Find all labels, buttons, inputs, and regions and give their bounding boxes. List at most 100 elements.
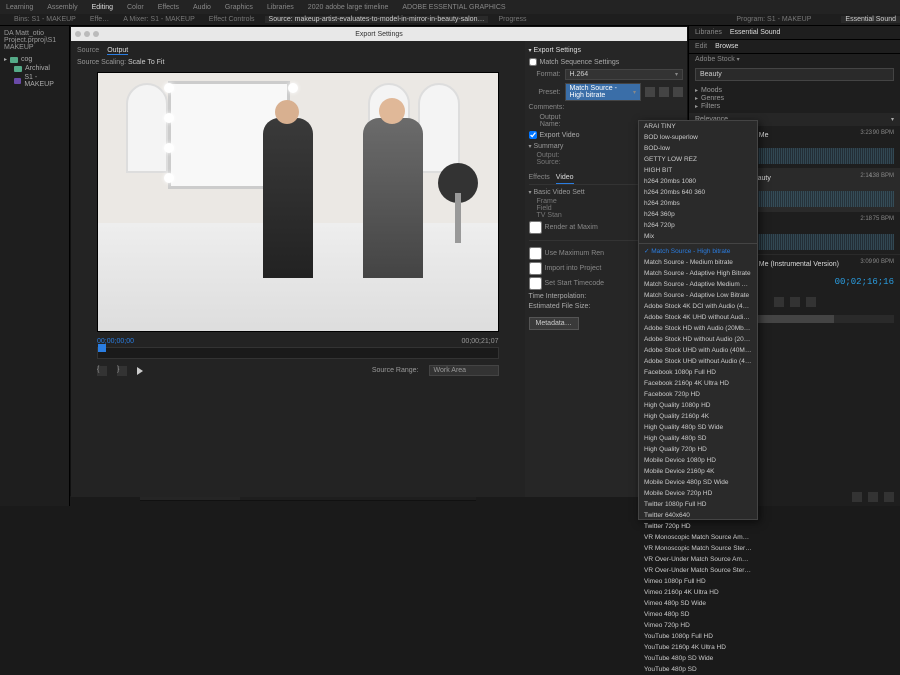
dialog-titlebar[interactable]: Export Settings bbox=[71, 27, 687, 41]
preset-option[interactable]: HIGH BIT bbox=[639, 165, 757, 176]
preset-option[interactable]: Adobe Stock UHD with Audio (40Mbps) bbox=[639, 345, 757, 356]
preset-option[interactable]: Twitter 1080p Full HD bbox=[639, 499, 757, 510]
source-scaling-dropdown[interactable]: Scale To Fit bbox=[128, 59, 164, 66]
preset-option[interactable]: VR Monoscopic Match Source Stereo Audio bbox=[639, 543, 757, 554]
preset-option[interactable]: Adobe Stock 4K UHD without Audio (40Mbps… bbox=[639, 312, 757, 323]
effects-tab[interactable]: Effects bbox=[529, 172, 550, 184]
render-max-checkbox[interactable] bbox=[529, 221, 542, 234]
preset-option[interactable]: Vimeo 480p SD bbox=[639, 609, 757, 620]
prev-button[interactable] bbox=[774, 297, 784, 307]
preset-option[interactable]: ARAI TINY bbox=[639, 121, 757, 132]
preset-option[interactable]: VR Over-Under Match Source Ambisonics bbox=[639, 554, 757, 565]
preset-option[interactable]: Twitter 640x640 bbox=[639, 510, 757, 521]
filter-genres[interactable]: ▸Genres bbox=[695, 95, 894, 102]
preset-option-selected[interactable]: Match Source - High bitrate bbox=[639, 245, 757, 257]
import-preset-icon[interactable] bbox=[659, 87, 669, 97]
metadata-button[interactable]: Metadata… bbox=[529, 317, 579, 330]
preset-dropdown-menu[interactable]: ARAI TINYBOD low-superlowBOD-lowGETTY LO… bbox=[638, 120, 758, 520]
next-button[interactable] bbox=[806, 297, 816, 307]
preset-option[interactable]: BOD low-superlow bbox=[639, 132, 757, 143]
window-max-icon[interactable] bbox=[93, 31, 99, 37]
tab-mixer[interactable]: A Mixer: S1 - MAKEUP bbox=[119, 16, 199, 23]
preset-option[interactable]: High Quality 480p SD Wide bbox=[639, 422, 757, 433]
ws-libraries[interactable]: Libraries bbox=[267, 4, 294, 11]
preset-option[interactable]: High Quality 2160p 4K bbox=[639, 411, 757, 422]
preset-option[interactable]: h264 360p bbox=[639, 209, 757, 220]
mark-out-button[interactable]: } bbox=[117, 366, 127, 376]
search-input[interactable] bbox=[695, 68, 894, 81]
preset-option[interactable]: Match Source - Adaptive Low Bitrate bbox=[639, 290, 757, 301]
delete-preset-icon[interactable] bbox=[673, 87, 683, 97]
window-close-icon[interactable] bbox=[75, 31, 81, 37]
preset-option[interactable]: h264 20mbs 1080 bbox=[639, 176, 757, 187]
playhead-icon[interactable] bbox=[98, 344, 106, 352]
ws-editing[interactable]: Editing bbox=[92, 4, 113, 11]
preset-option[interactable]: BOD-low bbox=[639, 143, 757, 154]
window-min-icon[interactable] bbox=[84, 31, 90, 37]
preset-option[interactable]: VR Over-Under Match Source Stereo Audio bbox=[639, 565, 757, 576]
ws-learning[interactable]: Learning bbox=[6, 4, 33, 11]
trash-icon[interactable] bbox=[884, 492, 894, 502]
preset-option[interactable]: High Quality 480p SD bbox=[639, 433, 757, 444]
preset-option[interactable]: VR Monoscopic Match Source Ambisonics bbox=[639, 532, 757, 543]
ws-color[interactable]: Color bbox=[127, 4, 144, 11]
preset-option[interactable]: Mobile Device 480p SD Wide bbox=[639, 477, 757, 488]
preset-option[interactable]: Adobe Stock HD without Audio (20Mbps) bbox=[639, 334, 757, 345]
preset-option[interactable]: Facebook 1080p Full HD bbox=[639, 367, 757, 378]
preset-option[interactable]: Vimeo 1080p Full HD bbox=[639, 576, 757, 587]
preset-option[interactable]: Twitter 720p HD bbox=[639, 521, 757, 532]
video-preview[interactable] bbox=[97, 72, 499, 332]
filter-moods[interactable]: ▸Moods bbox=[695, 87, 894, 94]
mark-in-button[interactable]: { bbox=[97, 366, 107, 376]
tab-output-preview[interactable]: Output bbox=[107, 47, 128, 55]
play-button[interactable] bbox=[137, 367, 143, 375]
format-dropdown[interactable]: H.264 bbox=[565, 69, 683, 80]
project-item[interactable]: Archival bbox=[4, 64, 65, 73]
preset-option[interactable]: Mobile Device 1080p HD bbox=[639, 455, 757, 466]
preset-dropdown-button[interactable]: Match Source - High bitrate bbox=[565, 83, 641, 101]
out-timecode[interactable]: 00;00;21;07 bbox=[462, 338, 499, 345]
cart-icon[interactable] bbox=[868, 492, 878, 502]
download-icon[interactable] bbox=[852, 492, 862, 502]
preset-option[interactable]: Match Source - Medium bitrate bbox=[639, 257, 757, 268]
tab-bin[interactable]: Bins: S1 - MAKEUP bbox=[10, 16, 80, 23]
use-max-render-checkbox[interactable] bbox=[529, 247, 542, 260]
subtab-edit[interactable]: Edit bbox=[695, 43, 707, 50]
ws-graphics[interactable]: Graphics bbox=[225, 4, 253, 11]
preset-option[interactable]: Facebook 720p HD bbox=[639, 389, 757, 400]
preset-option[interactable]: Adobe Stock HD with Audio (20Mbps) bbox=[639, 323, 757, 334]
preset-option[interactable]: High Quality 1080p HD bbox=[639, 400, 757, 411]
preset-option[interactable]: Match Source - Adaptive Medium Bitrate bbox=[639, 279, 757, 290]
filter-filters[interactable]: ▸Filters bbox=[695, 103, 894, 110]
preset-option[interactable]: YouTube 480p SD bbox=[639, 664, 757, 675]
ws-custom1[interactable]: 2020 adobe large timeline bbox=[308, 4, 389, 11]
export-video-checkbox[interactable] bbox=[529, 131, 537, 139]
preset-option[interactable]: Facebook 2160p 4K Ultra HD bbox=[639, 378, 757, 389]
preset-option[interactable]: Vimeo 480p SD Wide bbox=[639, 598, 757, 609]
preset-option[interactable]: h264 20mbs bbox=[639, 198, 757, 209]
tab-source-preview[interactable]: Source bbox=[77, 47, 99, 55]
preset-option[interactable]: YouTube 2160p 4K Ultra HD bbox=[639, 642, 757, 653]
ws-custom2[interactable]: ADOBE ESSENTIAL GRAPHICS bbox=[402, 4, 505, 11]
preset-option[interactable]: Vimeo 720p HD bbox=[639, 620, 757, 631]
preset-option[interactable]: YouTube 480p SD Wide bbox=[639, 653, 757, 664]
preset-option[interactable]: Vimeo 2160p 4K Ultra HD bbox=[639, 587, 757, 598]
play-button-right[interactable] bbox=[790, 297, 800, 307]
preset-option[interactable]: GETTY LOW REZ bbox=[639, 154, 757, 165]
import-project-checkbox[interactable] bbox=[529, 262, 542, 275]
preset-option[interactable]: High Quality 720p HD bbox=[639, 444, 757, 455]
preview-scrubber[interactable] bbox=[97, 347, 499, 359]
preset-option[interactable]: Mix bbox=[639, 231, 757, 242]
match-sequence-checkbox[interactable] bbox=[529, 58, 537, 66]
preset-option[interactable]: Adobe Stock 4K DCI with Audio (40Mbps) bbox=[639, 301, 757, 312]
tab-progress[interactable]: Progress bbox=[494, 16, 530, 23]
tab-essential-sound[interactable]: Essential Sound bbox=[730, 29, 781, 36]
preset-option[interactable]: Adobe Stock UHD without Audio (40Mbps) bbox=[639, 356, 757, 367]
preset-option[interactable]: Mobile Device 720p HD bbox=[639, 488, 757, 499]
video-tab[interactable]: Video bbox=[556, 172, 574, 184]
subtab-browse[interactable]: Browse bbox=[715, 43, 738, 50]
start-tc-checkbox[interactable] bbox=[529, 277, 542, 290]
preset-option[interactable]: h264 720p bbox=[639, 220, 757, 231]
source-range-dropdown[interactable]: Work Area bbox=[429, 365, 499, 376]
adobe-stock-label[interactable]: Adobe Stock bbox=[695, 56, 735, 63]
